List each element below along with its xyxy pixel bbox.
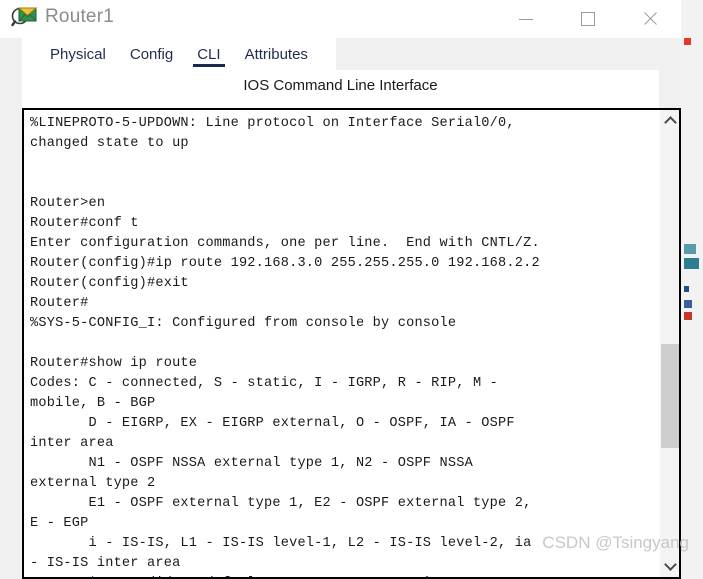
chevron-down-glyph bbox=[663, 558, 677, 571]
tab-list: Physical Config CLI Attributes bbox=[22, 38, 336, 70]
background-item-mixed-2 bbox=[684, 312, 692, 320]
terminal-line: - IS-IS inter area bbox=[30, 556, 181, 571]
minimize-button[interactable] bbox=[495, 0, 557, 38]
terminal-line: Router#show ip route bbox=[30, 356, 198, 371]
background-app-strip bbox=[680, 0, 703, 579]
background-item-mixed-1 bbox=[684, 300, 692, 308]
cli-output[interactable]: %LINEPROTO-5-UPDOWN: Line protocol on In… bbox=[24, 110, 659, 577]
terminal-line: Enter configuration commands, one per li… bbox=[30, 236, 540, 251]
terminal-line: * - candidate default, U - per-user stat… bbox=[30, 574, 653, 577]
background-item-teal-2 bbox=[684, 258, 699, 269]
title-bar: Router1 bbox=[0, 0, 681, 38]
terminal-line: Router(config)#exit bbox=[30, 276, 189, 291]
terminal-line: %LINEPROTO-5-UPDOWN: Line protocol on In… bbox=[30, 116, 515, 131]
terminal-line: %SYS-5-CONFIG_I: Configured from console… bbox=[30, 316, 457, 331]
terminal-line: N1 - OSPF NSSA external type 1, N2 - OSP… bbox=[30, 456, 473, 471]
maximize-icon bbox=[581, 12, 595, 26]
maximize-button[interactable] bbox=[557, 0, 619, 38]
tab-physical[interactable]: Physical bbox=[38, 38, 118, 70]
chevron-up-glyph bbox=[663, 116, 677, 129]
terminal-line: changed state to up bbox=[30, 136, 189, 151]
terminal-line: Router(config)#ip route 192.168.3.0 255.… bbox=[30, 256, 540, 271]
close-button[interactable] bbox=[619, 0, 681, 38]
terminal-line: Codes: C - connected, S - static, I - IG… bbox=[30, 376, 499, 391]
tab-cli[interactable]: CLI bbox=[185, 38, 232, 70]
terminal-scrollbar[interactable] bbox=[659, 110, 679, 577]
terminal-line: external type 2 bbox=[30, 476, 156, 491]
background-item-blue bbox=[684, 286, 689, 292]
terminal-container: %LINEPROTO-5-UPDOWN: Line protocol on In… bbox=[22, 108, 681, 579]
terminal-line: mobile, B - BGP bbox=[30, 396, 156, 411]
terminal-line: E - EGP bbox=[30, 516, 89, 531]
terminal-line: i - IS-IS, L1 - IS-IS level-1, L2 - IS-I… bbox=[30, 536, 532, 551]
terminal-line: inter area bbox=[30, 436, 114, 451]
terminal-line: Router>en bbox=[30, 196, 106, 211]
tab-attributes[interactable]: Attributes bbox=[233, 38, 320, 70]
terminal-line: D - EIGRP, EX - EIGRP external, O - OSPF… bbox=[30, 416, 515, 431]
scroll-up-icon[interactable] bbox=[660, 110, 679, 132]
router-inspect-icon bbox=[11, 6, 39, 32]
terminal-line: Router#conf t bbox=[30, 216, 139, 231]
screen: Router1 Physical Config CLI Attributes I… bbox=[0, 0, 703, 579]
background-item-red bbox=[684, 38, 691, 45]
cli-panel: IOS Command Line Interface %LINEPROTO-5-… bbox=[22, 70, 681, 579]
minimize-icon bbox=[519, 18, 533, 20]
tab-config[interactable]: Config bbox=[118, 38, 185, 70]
router-device-window: Router1 Physical Config CLI Attributes I… bbox=[0, 0, 681, 579]
terminal-line: E1 - OSPF external type 1, E2 - OSPF ext… bbox=[30, 496, 532, 511]
close-icon bbox=[642, 11, 658, 27]
window-controls bbox=[495, 0, 681, 38]
tab-strip: Physical Config CLI Attributes bbox=[0, 38, 681, 70]
background-item-teal-1 bbox=[684, 244, 696, 254]
panel-title: IOS Command Line Interface bbox=[243, 76, 438, 94]
scrollbar-thumb[interactable] bbox=[661, 344, 679, 448]
scroll-down-icon[interactable] bbox=[660, 555, 679, 577]
window-title: Router1 bbox=[45, 6, 114, 27]
terminal-line: Router# bbox=[30, 296, 89, 311]
